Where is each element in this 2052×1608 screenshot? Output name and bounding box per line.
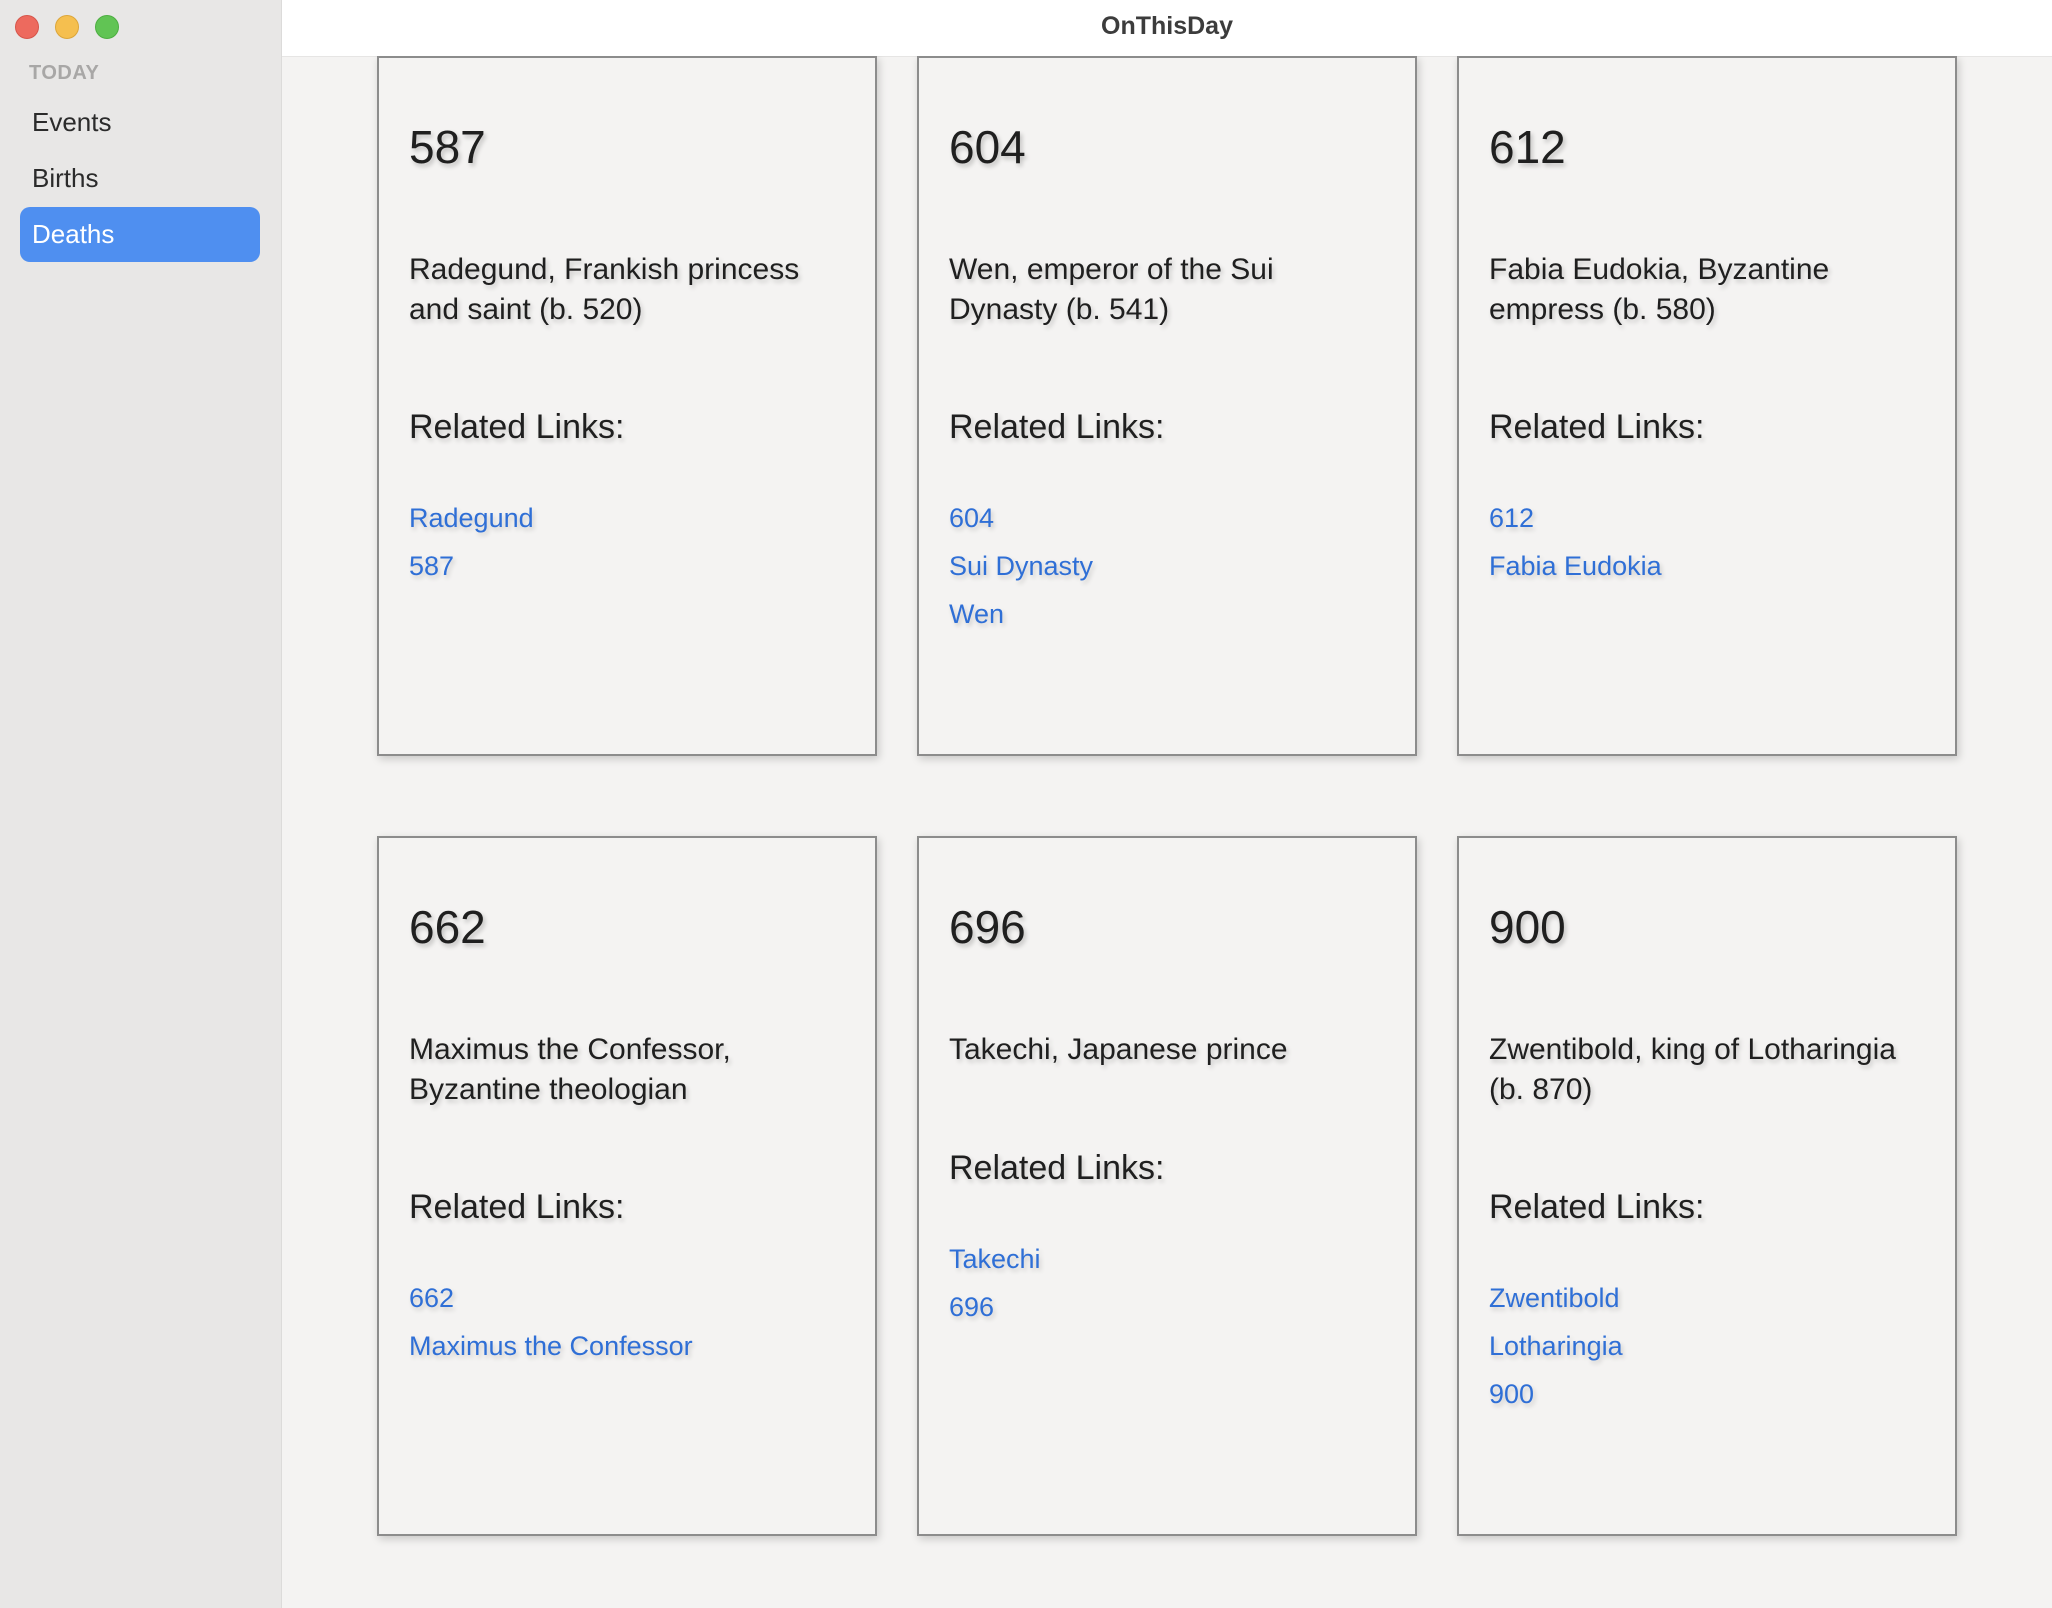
related-links-heading: Related Links:: [1489, 408, 1705, 446]
related-links-heading: Related Links:: [1489, 1188, 1705, 1226]
related-links-list: Radegund 587: [409, 494, 534, 590]
related-link[interactable]: 900: [1489, 1370, 1623, 1418]
related-link[interactable]: 604: [949, 494, 1093, 542]
close-window-button[interactable]: [15, 15, 39, 39]
card-description: Wen, emperor of the Sui Dynasty (b. 541): [949, 253, 1274, 326]
sidebar-item-label: Events: [32, 107, 112, 137]
related-link[interactable]: Lotharingia: [1489, 1322, 1623, 1370]
card-description: Takechi, Japanese prince: [949, 1033, 1288, 1066]
related-links-heading: Related Links:: [409, 1188, 625, 1226]
sidebar-item-label: Deaths: [32, 219, 115, 249]
related-links-heading: Related Links:: [409, 408, 625, 446]
related-link[interactable]: 587: [409, 542, 534, 590]
related-links-list: 612 Fabia Eudokia: [1489, 494, 1662, 590]
card-year: 612: [1489, 121, 1566, 173]
related-link[interactable]: Radegund: [409, 494, 534, 542]
card-year: 900: [1489, 901, 1566, 953]
related-link[interactable]: Sui Dynasty: [949, 542, 1093, 590]
related-links-heading: Related Links:: [949, 408, 1165, 446]
card-description: Zwentibold, king of Lotharingia (b. 870): [1489, 1033, 1896, 1106]
related-links-heading: Related Links:: [949, 1149, 1165, 1187]
related-link[interactable]: Zwentibold: [1489, 1274, 1623, 1322]
event-card: 612 Fabia Eudokia, Byzantine empress (b.…: [1457, 56, 1957, 756]
related-links-list: Takechi 696: [949, 1235, 1041, 1331]
event-card: 900 Zwentibold, king of Lotharingia (b. …: [1457, 836, 1957, 1536]
zoom-window-button[interactable]: [95, 15, 119, 39]
related-links-list: 662 Maximus the Confessor: [409, 1274, 693, 1370]
related-link[interactable]: 612: [1489, 494, 1662, 542]
card-year: 604: [949, 121, 1026, 173]
sidebar-item-births[interactable]: Births: [20, 151, 260, 206]
card-description: Maximus the Confessor, Byzantine theolog…: [409, 1033, 731, 1106]
minimize-window-button[interactable]: [55, 15, 79, 39]
related-link[interactable]: 662: [409, 1274, 693, 1322]
related-links-list: 604 Sui Dynasty Wen: [949, 494, 1093, 638]
app-window: TODAY Events Births Deaths OnThisDay 587…: [0, 0, 2052, 1608]
event-card: 604 Wen, emperor of the Sui Dynasty (b. …: [917, 56, 1417, 756]
card-year: 662: [409, 901, 486, 953]
sidebar-item-label: Births: [32, 163, 99, 193]
related-links-list: Zwentibold Lotharingia 900: [1489, 1274, 1623, 1418]
event-card: 662 Maximus the Confessor, Byzantine the…: [377, 836, 877, 1536]
card-year: 696: [949, 901, 1026, 953]
related-link[interactable]: Wen: [949, 590, 1093, 638]
sidebar-item-deaths[interactable]: Deaths: [20, 207, 260, 262]
related-link[interactable]: Fabia Eudokia: [1489, 542, 1662, 590]
card-year: 587: [409, 121, 486, 173]
event-card: 696 Takechi, Japanese prince Related Lin…: [917, 836, 1417, 1536]
card-grid[interactable]: 587 Radegund, Frankish princess and sain…: [282, 56, 2052, 1608]
sidebar: TODAY Events Births Deaths: [0, 0, 282, 1608]
title-bar: OnThisDay: [282, 0, 2052, 57]
card-description: Fabia Eudokia, Byzantine empress (b. 580…: [1489, 253, 1830, 326]
card-description: Radegund, Frankish princess and saint (b…: [409, 253, 800, 326]
event-card: 587 Radegund, Frankish princess and sain…: [377, 56, 877, 756]
related-link[interactable]: Takechi: [949, 1235, 1041, 1283]
related-link[interactable]: 696: [949, 1283, 1041, 1331]
sidebar-item-events[interactable]: Events: [20, 95, 260, 150]
related-link[interactable]: Maximus the Confessor: [409, 1322, 693, 1370]
window-title: OnThisDay: [1101, 12, 1233, 40]
sidebar-section-header: TODAY: [29, 62, 100, 84]
